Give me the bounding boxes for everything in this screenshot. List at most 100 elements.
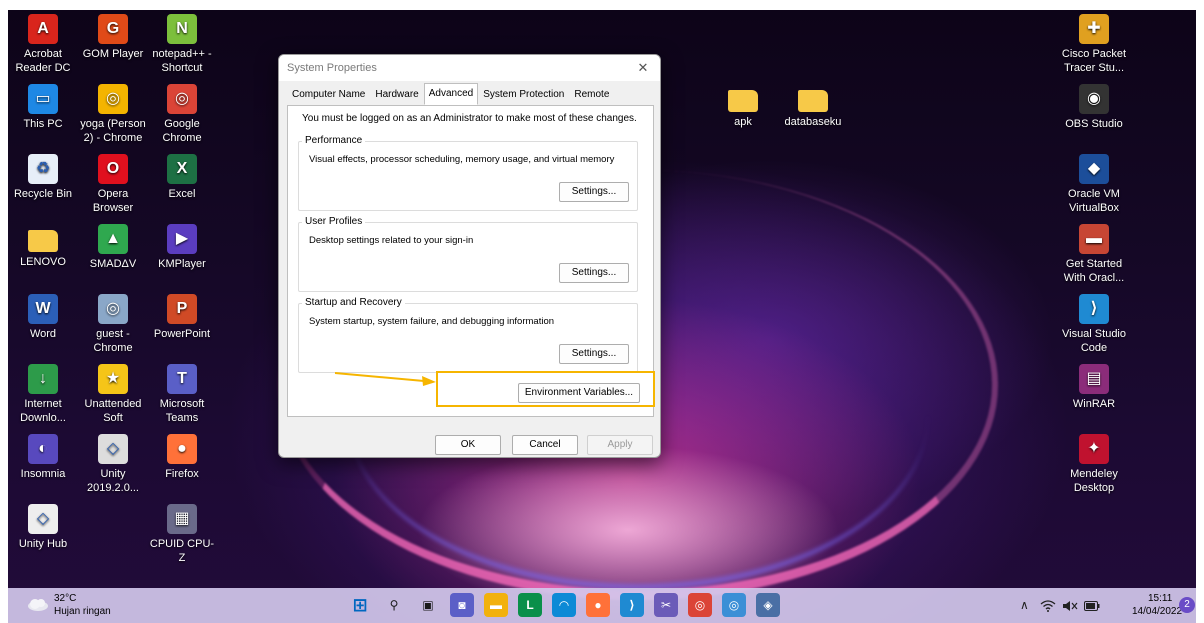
- virtualbox-icon: ◆: [1079, 154, 1109, 184]
- tab-system-protection[interactable]: System Protection: [478, 85, 569, 105]
- performance-settings-button[interactable]: Settings...: [559, 182, 629, 202]
- desktop-icon[interactable]: ▤ WinRAR: [1059, 364, 1129, 411]
- firefox-icon: ●: [167, 434, 197, 464]
- task-view-icon[interactable]: ▣: [416, 593, 440, 617]
- snipping-tool-icon[interactable]: ✂: [654, 593, 678, 617]
- battery-icon[interactable]: [1084, 601, 1100, 611]
- desktop-icon-label: Oracle VM VirtualBox: [1068, 188, 1120, 214]
- desktop-icon[interactable]: W Word: [8, 294, 78, 341]
- desktop-icon[interactable]: ▭ This PC: [8, 84, 78, 131]
- desktop-icon[interactable]: ↓ Internet Downlo...: [8, 364, 78, 425]
- desktop-icon[interactable]: ● Firefox: [147, 434, 217, 481]
- desktop-icon[interactable]: A Acrobat Reader DC: [8, 14, 78, 75]
- search-icon[interactable]: ⚲: [382, 593, 406, 617]
- desktop-icon-label: Visual Studio Code: [1061, 328, 1126, 354]
- desktop-icon[interactable]: ◇ Unity 2019.2.0...: [78, 434, 148, 495]
- startup-recovery-group: Startup and Recovery System startup, sys…: [298, 297, 638, 373]
- desktop-icon[interactable]: ◎ Google Chrome: [147, 84, 217, 145]
- desktop-icon[interactable]: T Microsoft Teams: [147, 364, 217, 425]
- chrome-profile-icon: ◎: [98, 84, 128, 114]
- clock-date[interactable]: 14/04/2022: [1132, 606, 1182, 617]
- clock-time[interactable]: 15:11: [1148, 593, 1172, 604]
- notepadpp-icon: N: [167, 14, 197, 44]
- desktop-icon[interactable]: O Opera Browser: [78, 154, 148, 215]
- desktop-icon[interactable]: ⟩ Visual Studio Code: [1059, 294, 1129, 355]
- startup-recovery-settings-button[interactable]: Settings...: [559, 344, 629, 364]
- desktop-icon-label: Opera Browser: [92, 188, 134, 214]
- desktop-icon[interactable]: ▶ KMPlayer: [147, 224, 217, 271]
- desktop-icon-label: apk: [734, 116, 752, 128]
- desktop-icon[interactable]: G GOM Player: [78, 14, 148, 61]
- desktop-icon[interactable]: ◎ yoga (Person 2) - Chrome: [78, 84, 148, 145]
- oracle-db-icon: ▬: [1079, 224, 1109, 254]
- startup-recovery-desc: System startup, system failure, and debu…: [309, 316, 555, 327]
- tab-remote[interactable]: Remote: [569, 85, 614, 105]
- chevron-up-icon[interactable]: ∧: [1020, 598, 1029, 612]
- volume-icon[interactable]: [1062, 600, 1078, 612]
- user-profiles-settings-button[interactable]: Settings...: [559, 263, 629, 283]
- desktop-icon-label: Firefox: [165, 468, 199, 480]
- performance-desc: Visual effects, processor scheduling, me…: [309, 154, 615, 165]
- desktop-icon[interactable]: ◇ Unity Hub: [8, 504, 78, 551]
- tab-computer-name[interactable]: Computer Name: [287, 85, 370, 105]
- ok-button[interactable]: OK: [435, 435, 501, 455]
- weather-temperature[interactable]: 32°C: [54, 593, 76, 604]
- gom-player-icon: G: [98, 14, 128, 44]
- firefox-icon[interactable]: ●: [586, 593, 610, 617]
- desktop-icon[interactable]: ♻ Recycle Bin: [8, 154, 78, 201]
- desktop-icon[interactable]: P PowerPoint: [147, 294, 217, 341]
- apply-button[interactable]: Apply: [587, 435, 653, 455]
- word-icon: W: [28, 294, 58, 324]
- desktop-icon[interactable]: ◎ guest - Chrome: [78, 294, 148, 355]
- desktop-icon[interactable]: ✦ Mendeley Desktop: [1059, 434, 1129, 495]
- file-explorer-icon[interactable]: ▬: [484, 593, 508, 617]
- dialog-titlebar[interactable]: System Properties ✕: [279, 55, 660, 81]
- desktop-icon[interactable]: ◆ Oracle VM VirtualBox: [1059, 154, 1129, 215]
- desktop-icon-label: Insomnia: [20, 468, 66, 480]
- chrome-icon: ◎: [167, 84, 197, 114]
- desktop-icon-label: databaseku: [784, 116, 842, 128]
- desktop-icon-label: notepad++ - Shortcut: [152, 48, 212, 74]
- desktop-icon-label: Cisco Packet Tracer Stu...: [1061, 48, 1127, 74]
- cancel-button[interactable]: Cancel: [512, 435, 578, 455]
- desktop-icon[interactable]: ◉ OBS Studio: [1059, 84, 1129, 131]
- recycle-bin-icon: ♻: [28, 154, 58, 184]
- startup-recovery-title: Startup and Recovery: [302, 297, 405, 308]
- tab-advanced[interactable]: Advanced: [423, 83, 479, 105]
- vscode-icon[interactable]: ⟩: [620, 593, 644, 617]
- this-pc-icon: ▭: [28, 84, 58, 114]
- desktop-icon[interactable]: ▲ SMADΔV: [78, 224, 148, 271]
- folder-icon: [728, 90, 758, 112]
- chrome-icon[interactable]: ◎: [688, 593, 712, 617]
- tab-hardware[interactable]: Hardware: [370, 85, 423, 105]
- desktop-icon-label: Google Chrome: [162, 118, 202, 144]
- desktop-icon-label: LENOVO: [20, 256, 66, 268]
- desktop-icon[interactable]: ◐ Insomnia: [8, 434, 78, 481]
- desktop-icon[interactable]: X Excel: [147, 154, 217, 201]
- desktop-icon[interactable]: Nnotepad++ - Shortcut: [147, 14, 217, 75]
- weather-description[interactable]: Hujan ringan: [54, 606, 111, 617]
- desktop-icon[interactable]: databaseku: [778, 84, 848, 129]
- desktop-icon-label: CPUID CPU-Z: [149, 538, 215, 564]
- edge-icon[interactable]: ◠: [552, 593, 576, 617]
- desktop-icon[interactable]: LENOVO: [8, 224, 78, 269]
- teams-chat-icon[interactable]: ◙: [450, 593, 474, 617]
- desktop-icon[interactable]: ▬ Get Started With Oracl...: [1059, 224, 1129, 285]
- app-icon[interactable]: ◈: [756, 593, 780, 617]
- chrome-profile-icon[interactable]: ◎: [722, 593, 746, 617]
- desktop-icon-label: Word: [29, 328, 57, 340]
- insomnia-icon: ◐: [28, 434, 58, 464]
- lenovo-vantage-icon[interactable]: L: [518, 593, 542, 617]
- acrobat-icon: A: [28, 14, 58, 44]
- desktop-icon[interactable]: ★ Unattended Soft: [78, 364, 148, 425]
- close-icon[interactable]: ✕: [634, 59, 652, 77]
- cpuz-icon: ▦: [167, 504, 197, 534]
- cloud-rain-icon[interactable]: [26, 597, 50, 613]
- desktop-icon[interactable]: ✚ Cisco Packet Tracer Stu...: [1059, 14, 1129, 75]
- idm-icon: ↓: [28, 364, 58, 394]
- desktop-icon[interactable]: apk: [708, 84, 778, 129]
- desktop-icon[interactable]: ▦ CPUID CPU-Z: [147, 504, 217, 565]
- windows-start-icon[interactable]: ⊞: [348, 593, 372, 617]
- wifi-icon[interactable]: [1040, 600, 1056, 612]
- notification-badge[interactable]: 2: [1179, 597, 1195, 613]
